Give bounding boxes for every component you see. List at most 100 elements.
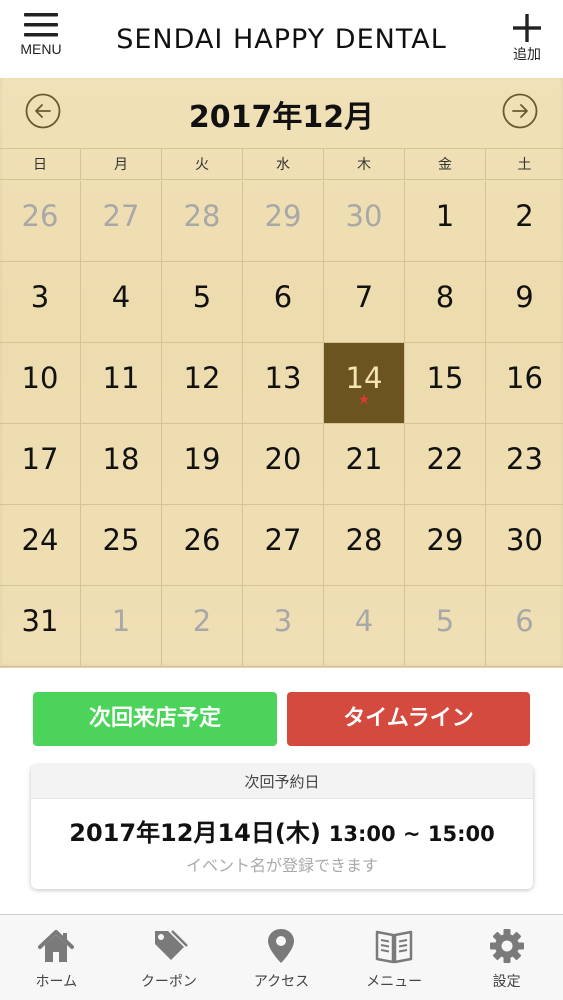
day-number: 2 bbox=[515, 199, 534, 233]
calendar-day[interactable]: 16 bbox=[486, 343, 563, 423]
calendar-day[interactable]: 30 bbox=[486, 505, 563, 585]
weekday-mon: 月 bbox=[81, 149, 162, 179]
day-number: 3 bbox=[273, 604, 293, 638]
tab-settings[interactable]: 設定 bbox=[450, 915, 563, 1000]
calendar-day[interactable]: 6 bbox=[243, 262, 324, 342]
calendar-day-other-month[interactable]: 26 bbox=[0, 181, 81, 261]
day-number: 25 bbox=[102, 523, 140, 557]
calendar-day[interactable]: 10 bbox=[0, 343, 81, 423]
map-pin-icon bbox=[268, 929, 295, 963]
calendar-day[interactable]: 5 bbox=[162, 262, 243, 342]
day-number: 30 bbox=[506, 523, 543, 557]
weekday-wed: 水 bbox=[243, 149, 324, 179]
calendar-day-other-month[interactable]: 2 bbox=[162, 586, 243, 666]
menu-button[interactable]: MENU bbox=[12, 10, 70, 70]
add-button[interactable]: 追加 bbox=[505, 10, 549, 70]
day-number: 8 bbox=[435, 280, 455, 314]
plus-icon bbox=[513, 14, 541, 42]
day-number: 14 bbox=[345, 361, 383, 395]
day-number: 29 bbox=[426, 523, 464, 557]
calendar-day-other-month[interactable]: 30 bbox=[324, 181, 405, 261]
calendar-day[interactable]: 17 bbox=[0, 424, 81, 504]
calendar-day[interactable]: 2 bbox=[486, 181, 563, 261]
calendar-day[interactable]: 22 bbox=[405, 424, 486, 504]
calendar-day-other-month[interactable]: 27 bbox=[81, 181, 162, 261]
day-number: 24 bbox=[21, 523, 59, 557]
reservation-time: 13:00 ~ 15:00 bbox=[328, 822, 495, 846]
calendar-day[interactable]: 4 bbox=[81, 262, 162, 342]
calendar-day-other-month[interactable]: 28 bbox=[162, 181, 243, 261]
day-number: 26 bbox=[21, 199, 59, 233]
weekday-fri: 金 bbox=[405, 149, 486, 179]
add-label: 追加 bbox=[513, 47, 541, 63]
calendar-day[interactable]: 29 bbox=[405, 505, 486, 585]
reservation-datetime: 2017年12月14日(木) 13:00 ~ 15:00 bbox=[31, 813, 533, 848]
calendar-day-other-month[interactable]: 3 bbox=[243, 586, 324, 666]
action-buttons: 次回来店予定 タイムライン bbox=[0, 692, 563, 748]
tab-menu-label: メニュー bbox=[366, 974, 423, 990]
day-number: 23 bbox=[506, 442, 543, 476]
calendar-day[interactable]: 24 bbox=[0, 505, 81, 585]
day-number: 22 bbox=[426, 442, 464, 476]
calendar-day[interactable]: 28 bbox=[324, 505, 405, 585]
calendar: 2017年12月 日 月 火 水 木 金 土 26 27 28 29 30 1 2 3 4 5 6 7… bbox=[0, 78, 563, 668]
tab-coupon-label: クーポン bbox=[140, 974, 197, 990]
tab-coupon[interactable]: クーポン bbox=[113, 915, 226, 1000]
calendar-day[interactable]: 3 bbox=[0, 262, 81, 342]
day-number: 11 bbox=[102, 361, 140, 395]
day-number: 13 bbox=[264, 361, 302, 395]
calendar-grid: 26 27 28 29 30 1 2 3 4 5 6 7 8 9 10 11 12 13 14 ★ 15 16 17 18 19… bbox=[0, 181, 563, 667]
calendar-day[interactable]: 18 bbox=[81, 424, 162, 504]
calendar-day[interactable]: 31 bbox=[0, 586, 81, 666]
tab-home[interactable]: ホーム bbox=[0, 915, 113, 1000]
day-number: 15 bbox=[426, 361, 464, 395]
calendar-day[interactable]: 8 bbox=[405, 262, 486, 342]
calendar-day[interactable]: 20 bbox=[243, 424, 324, 504]
calendar-day[interactable]: 27 bbox=[243, 505, 324, 585]
tab-settings-label: 設定 bbox=[492, 974, 521, 990]
weekday-thu: 木 bbox=[324, 149, 405, 179]
timeline-button[interactable]: タイムライン bbox=[287, 692, 530, 746]
calendar-day[interactable]: 9 bbox=[486, 262, 563, 342]
calendar-day-other-month[interactable]: 29 bbox=[243, 181, 324, 261]
day-number: 10 bbox=[21, 361, 59, 395]
reservation-date: 2017年12月14日(木) bbox=[69, 819, 321, 847]
calendar-day-selected[interactable]: 14 ★ bbox=[324, 343, 405, 423]
tab-access[interactable]: アクセス bbox=[225, 915, 338, 1000]
calendar-day[interactable]: 21 bbox=[324, 424, 405, 504]
calendar-day[interactable]: 7 bbox=[324, 262, 405, 342]
calendar-day[interactable]: 13 bbox=[243, 343, 324, 423]
next-month-icon[interactable] bbox=[501, 92, 539, 130]
day-number: 6 bbox=[273, 280, 293, 314]
calendar-day[interactable]: 1 bbox=[405, 181, 486, 261]
day-number: 18 bbox=[102, 442, 140, 476]
app-title: SENDAI HAPPY DENTAL bbox=[116, 24, 447, 55]
calendar-day[interactable]: 25 bbox=[81, 505, 162, 585]
calendar-day-other-month[interactable]: 6 bbox=[486, 586, 563, 666]
calendar-day[interactable]: 19 bbox=[162, 424, 243, 504]
calendar-day-other-month[interactable]: 4 bbox=[324, 586, 405, 666]
next-reservation-card[interactable]: 次回予約日 2017年12月14日(木) 13:00 ~ 15:00 イベント名が… bbox=[31, 765, 533, 889]
calendar-day[interactable]: 26 bbox=[162, 505, 243, 585]
calendar-week-row: 10 11 12 13 14 ★ 15 16 bbox=[0, 343, 563, 424]
calendar-day-other-month[interactable]: 1 bbox=[81, 586, 162, 666]
next-visit-button[interactable]: 次回来店予定 bbox=[33, 692, 277, 746]
calendar-day-other-month[interactable]: 5 bbox=[405, 586, 486, 666]
weekday-header-row: 日 月 火 水 木 金 土 bbox=[0, 148, 563, 180]
calendar-day[interactable]: 23 bbox=[486, 424, 563, 504]
calendar-day[interactable]: 12 bbox=[162, 343, 243, 423]
calendar-day[interactable]: 15 bbox=[405, 343, 486, 423]
day-number: 12 bbox=[183, 361, 221, 395]
day-number: 29 bbox=[264, 199, 302, 233]
day-number: 5 bbox=[435, 604, 455, 638]
day-number: 3 bbox=[30, 280, 50, 314]
day-number: 27 bbox=[264, 523, 302, 557]
tab-menu[interactable]: メニュー bbox=[338, 915, 451, 1000]
day-number: 6 bbox=[515, 604, 534, 638]
calendar-day[interactable]: 11 bbox=[81, 343, 162, 423]
gear-icon bbox=[489, 929, 524, 963]
previous-month-icon[interactable] bbox=[24, 92, 62, 130]
day-number: 17 bbox=[21, 442, 59, 476]
day-number: 4 bbox=[354, 604, 374, 638]
day-number: 20 bbox=[264, 442, 302, 476]
